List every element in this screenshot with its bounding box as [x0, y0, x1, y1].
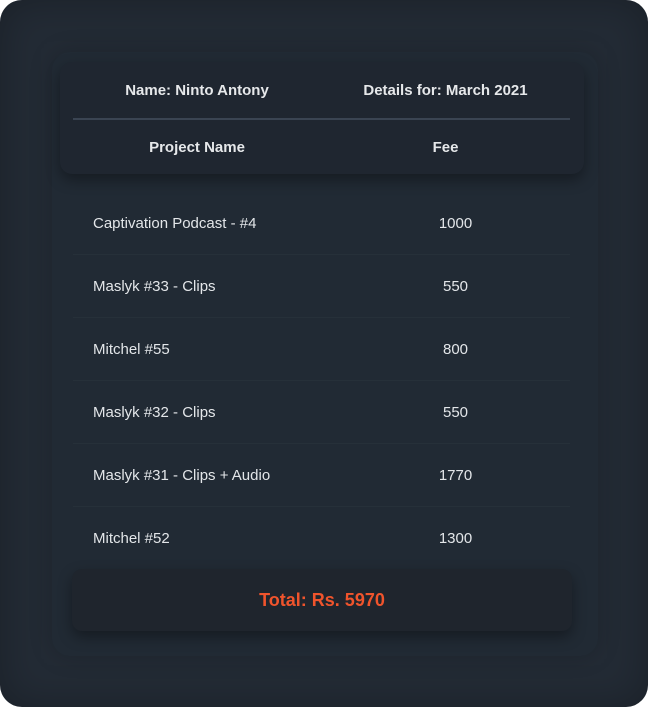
table-row: Mitchel #52 1300 — [73, 507, 570, 569]
project-fee: 550 — [442, 403, 469, 421]
project-fee: 800 — [442, 340, 469, 358]
employee-name: Name: Ninto Antony — [125, 81, 269, 99]
table-row: Mitchel #55 800 — [73, 318, 570, 381]
project-fee: 1300 — [438, 529, 473, 547]
project-name: Maslyk #31 - Clips + Audio — [93, 466, 271, 484]
projects-table-body: Captivation Podcast - #4 1000 Maslyk #33… — [73, 192, 570, 569]
invoice-header: Name: Ninto Antony Details for: March 20… — [60, 62, 584, 174]
app-window: Name: Ninto Antony Details for: March 20… — [0, 0, 648, 707]
table-row: Maslyk #33 - Clips 550 — [73, 255, 570, 318]
project-name: Mitchel #52 — [93, 529, 170, 547]
header-info-row: Name: Ninto Antony Details for: March 20… — [73, 62, 570, 120]
table-row: Maslyk #32 - Clips 550 — [73, 381, 570, 444]
table-row: Maslyk #31 - Clips + Audio 1770 — [73, 444, 570, 507]
column-header-fee: Fee — [432, 138, 459, 156]
table-header-row: Project Name Fee — [73, 120, 570, 174]
project-name: Captivation Podcast - #4 — [93, 214, 257, 232]
project-name: Mitchel #55 — [93, 340, 170, 358]
project-name: Maslyk #32 - Clips — [93, 403, 216, 421]
column-header-project: Project Name — [149, 138, 245, 156]
table-row: Captivation Podcast - #4 1000 — [73, 192, 570, 255]
project-fee: 550 — [442, 277, 469, 295]
billing-period: Details for: March 2021 — [363, 81, 528, 99]
total-amount: Total: Rs. 5970 — [72, 569, 572, 631]
project-fee: 1770 — [438, 466, 473, 484]
project-fee: 1000 — [438, 214, 473, 232]
project-name: Maslyk #33 - Clips — [93, 277, 216, 295]
